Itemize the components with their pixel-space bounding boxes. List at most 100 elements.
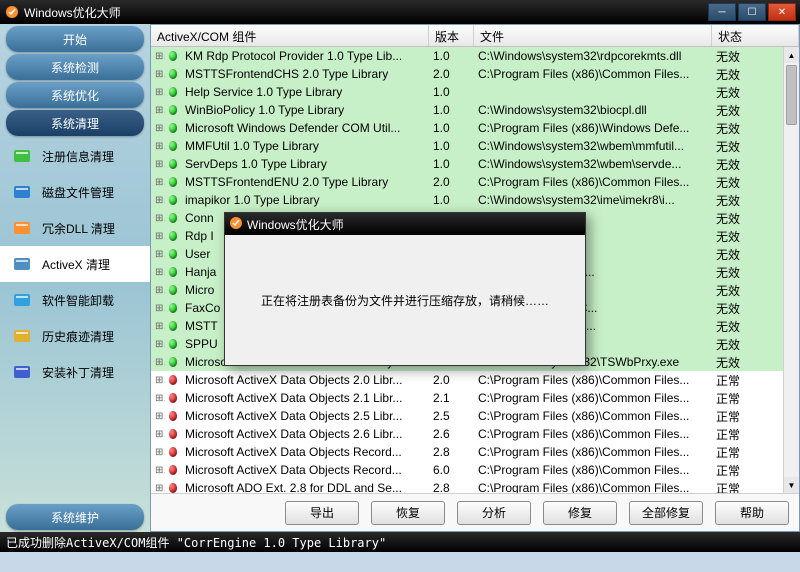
row-file: C:\Program Files (x86)\Common Files... [474,391,712,405]
scroll-down-button[interactable]: ▼ [784,477,799,493]
table-row[interactable]: ⊞ Microsoft ActiveX Data Objects 2.1 Libr… [151,389,799,407]
col-file[interactable]: 文件 [474,25,712,46]
expand-icon[interactable]: ⊞ [151,231,165,242]
table-row[interactable]: ⊞Help Service 1.0 Type Library1.0无效 [151,83,799,101]
scroll-thumb[interactable] [786,65,797,125]
sidebar-item-4[interactable]: 软件智能卸载 [0,282,150,318]
expand-icon[interactable]: ⊞ [151,87,165,98]
scroll-up-button[interactable]: ▲ [784,47,799,63]
dialog-message: 正在将注册表备份为文件并进行压缩存放，请稍候…… [225,235,585,365]
expand-icon[interactable]: ⊞ [151,285,165,296]
window-controls: ─ ☐ ✕ [708,3,796,21]
expand-icon[interactable]: ⊞ [151,267,165,278]
expand-icon[interactable]: ⊞ [151,483,165,494]
status-dot-icon [165,303,181,313]
close-button[interactable]: ✕ [768,3,796,21]
sidebar-item-0[interactable]: 注册信息清理 [0,138,150,174]
expand-icon[interactable]: ⊞ [151,69,165,80]
expand-icon[interactable]: ⊞ [151,429,165,440]
expand-icon[interactable]: ⊞ [151,465,165,476]
expand-icon[interactable]: ⊞ [151,141,165,152]
table-row[interactable]: ⊞MMFUtil 1.0 Type Library1.0C:\Windows\s… [151,137,799,155]
sidebar-item-3[interactable]: ActiveX 清理 [0,246,150,282]
row-file: C:\Program Files (x86)\Common Files... [474,175,712,189]
sidebar-tab-3[interactable]: 系统清理 [6,110,144,136]
status-dot-icon [165,285,181,295]
table-row[interactable]: ⊞ Microsoft ActiveX Data Objects 2.5 Libr… [151,407,799,425]
expand-icon[interactable]: ⊞ [151,357,165,368]
row-name: Microsoft ActiveX Data Objects 2.1 Libr.… [181,391,429,405]
restore-button[interactable]: 恢复 [371,501,445,525]
row-name: MSTTSFrontendENU 2.0 Type Library [181,175,429,189]
sidebar-item-6[interactable]: 安装补丁清理 [0,354,150,390]
export-button[interactable]: 导出 [285,501,359,525]
sidebar-item-label: ActiveX 清理 [42,256,110,273]
analyze-button[interactable]: 分析 [457,501,531,525]
expand-icon[interactable]: ⊞ [151,51,165,62]
dll-icon [10,216,34,240]
repair-all-button[interactable]: 全部修复 [629,501,703,525]
expand-icon[interactable]: ⊞ [151,447,165,458]
expand-icon[interactable]: ⊞ [151,321,165,332]
help-button[interactable]: 帮助 [715,501,789,525]
expand-icon[interactable]: ⊞ [151,159,165,170]
sidebar-tab-1[interactable]: 系统检测 [6,54,144,80]
table-row[interactable]: ⊞ServDeps 1.0 Type Library1.0C:\Windows\… [151,155,799,173]
row-version: 2.5 [429,409,474,423]
row-version: 2.6 [429,427,474,441]
sidebar-item-5[interactable]: 历史痕迹清理 [0,318,150,354]
registry-icon [10,144,34,168]
activex-icon [10,252,34,276]
col-name[interactable]: ActiveX/COM 组件 [151,25,429,46]
table-row[interactable]: ⊞MSTTSFrontendCHS 2.0 Type Library2.0C:\… [151,65,799,83]
sidebar-item-2[interactable]: 冗余DLL 清理 [0,210,150,246]
sidebar-bottom-maintain[interactable]: 系统维护 [6,504,144,530]
table-row[interactable]: ⊞Microsoft ActiveX Data Objects 2.6 Libr… [151,425,799,443]
table-row[interactable]: ⊞imapikor 1.0 Type Library1.0C:\Windows\… [151,191,799,209]
row-name: Microsoft ADO Ext. 2.8 for DDL and Se... [181,481,429,493]
row-file: C:\Windows\system32\wbem\mmfutil... [474,139,712,153]
repair-button[interactable]: 修复 [543,501,617,525]
sidebar-tab-0[interactable]: 开始 [6,26,144,52]
row-version: 2.0 [429,67,474,81]
expand-icon[interactable]: ⊞ [151,393,165,404]
expand-icon[interactable]: ⊞ [151,249,165,260]
table-row[interactable]: ⊞Microsoft ActiveX Data Objects Record..… [151,443,799,461]
table-row[interactable]: ⊞Microsoft ActiveX Data Objects 2.0 Libr… [151,371,799,389]
expand-icon[interactable]: ⊞ [151,411,165,422]
expand-icon[interactable]: ⊞ [151,123,165,134]
sidebar-item-1[interactable]: 磁盘文件管理 [0,174,150,210]
statusbar: 已成功删除ActiveX/COM组件 "CorrEngine 1.0 Type … [0,532,800,552]
table-row[interactable]: ⊞WinBioPolicy 1.0 Type Library1.0C:\Wind… [151,101,799,119]
table-row[interactable]: ⊞Microsoft ActiveX Data Objects Record..… [151,461,799,479]
table-row[interactable]: ⊞KM Rdp Protocol Provider 1.0 Type Lib..… [151,47,799,65]
col-version[interactable]: 版本 [429,25,474,46]
row-name: Microsoft ActiveX Data Objects 2.5 Libr.… [181,409,429,423]
sidebar-item-label: 注册信息清理 [42,148,114,165]
row-version: 2.8 [429,481,474,493]
expand-icon[interactable]: ⊞ [151,375,165,386]
expand-icon[interactable]: ⊞ [151,303,165,314]
table-row[interactable]: ⊞Microsoft Windows Defender COM Util...1… [151,119,799,137]
minimize-button[interactable]: ─ [708,3,736,21]
status-dot-icon [165,51,181,61]
dialog-titlebar[interactable]: Windows优化大师 [225,213,585,235]
sidebar-item-label: 历史痕迹清理 [42,328,114,345]
app-icon [4,4,20,20]
row-name: WinBioPolicy 1.0 Type Library [181,103,429,117]
col-status[interactable]: 状态 [712,25,799,46]
table-row[interactable]: ⊞MSTTSFrontendENU 2.0 Type Library2.0C:\… [151,173,799,191]
sidebar-tab-2[interactable]: 系统优化 [6,82,144,108]
expand-icon[interactable]: ⊞ [151,177,165,188]
maximize-button[interactable]: ☐ [738,3,766,21]
expand-icon[interactable]: ⊞ [151,213,165,224]
vertical-scrollbar[interactable]: ▲ ▼ [783,47,799,493]
titlebar: Windows优化大师 ─ ☐ ✕ [0,0,800,24]
table-row[interactable]: ⊞ Microsoft ADO Ext. 2.8 for DDL and Se..… [151,479,799,493]
expand-icon[interactable]: ⊞ [151,105,165,116]
status-dot-icon [165,483,181,493]
expand-icon[interactable]: ⊞ [151,339,165,350]
sidebar-item-label: 冗余DLL 清理 [42,220,115,237]
expand-icon[interactable]: ⊞ [151,195,165,206]
row-name: Microsoft Windows Defender COM Util... [181,121,429,135]
